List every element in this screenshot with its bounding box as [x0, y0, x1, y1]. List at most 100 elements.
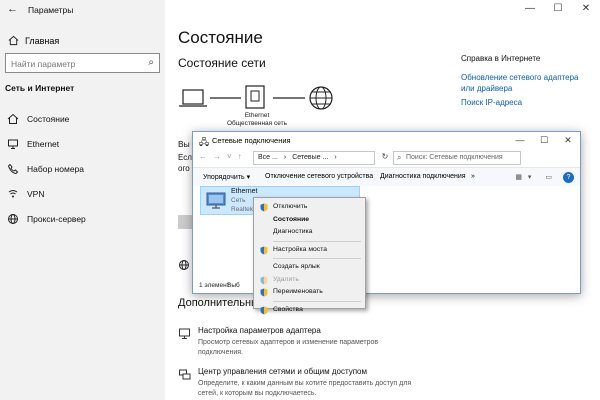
- disable-device-button[interactable]: Отключение сетевого устройства: [265, 173, 373, 180]
- partial-text: Есл: [178, 153, 192, 162]
- sidebar-item-dialup[interactable]: Набор номера: [0, 156, 165, 181]
- sidebar-nav: Состояние Ethernet Набор номера VPN Прок…: [0, 106, 165, 231]
- nc-close-button[interactable]: ✕: [556, 132, 580, 148]
- chevron-right-icon: ›: [334, 154, 337, 161]
- menu-item-disable[interactable]: Отключить: [254, 201, 365, 214]
- globe-icon: [179, 260, 189, 270]
- diagnose-button[interactable]: Диагностика подключения: [380, 173, 466, 180]
- view-options-icon[interactable]: ▦▾ ▭: [515, 173, 558, 181]
- ethernet-caption-name: Ethernet: [244, 112, 270, 119]
- menu-item-properties[interactable]: Свойства: [254, 304, 365, 317]
- window-controls: — ☐ ✕: [516, 0, 600, 20]
- search-icon[interactable]: ⌕: [148, 57, 154, 68]
- globe-icon: [8, 213, 18, 224]
- path-segment[interactable]: Все ...: [258, 154, 278, 162]
- home-icon: [7, 113, 19, 124]
- globe-icon: [309, 86, 333, 110]
- laptop-icon: [179, 89, 207, 107]
- sidebar-item-label: Состояние: [27, 113, 70, 124]
- page-title: Состояние: [178, 28, 263, 47]
- monitor-icon: [8, 139, 18, 149]
- nc-window-title: Сетевые подключения: [212, 136, 291, 145]
- help-link-find-ip[interactable]: Поиск IP-адреса: [461, 97, 591, 108]
- menu-item-label: Отключить: [273, 203, 308, 210]
- app-title: Параметры: [28, 5, 74, 15]
- nav-arrows-icon[interactable]: ←→˅↑: [199, 152, 248, 161]
- menu-item-rename[interactable]: Переименовать: [254, 286, 365, 299]
- menu-item-bridge[interactable]: Настройка моста: [254, 244, 365, 257]
- nc-toolbar: Упорядочить ▾ Отключение сетевого устрой…: [193, 167, 580, 186]
- search-icon: ⌕: [397, 153, 402, 162]
- menu-separator: [273, 240, 361, 242]
- network-adapter-icon: [206, 192, 226, 209]
- minimize-button[interactable]: —: [516, 0, 544, 20]
- back-arrow-icon[interactable]: ←: [7, 3, 18, 15]
- menu-separator: [273, 258, 361, 259]
- menu-item-status[interactable]: Состояние: [254, 214, 365, 227]
- option-description: Просмотр сетевых адаптеров и изменение п…: [198, 339, 379, 356]
- sidebar-item-label: Прокси-сервер: [27, 213, 86, 224]
- nc-search-box[interactable]: ⌕ Поиск: Сетевые подключения: [393, 151, 521, 165]
- title-bar: ← Параметры — ☐ ✕: [0, 0, 600, 20]
- menu-item-label: Состояние: [273, 215, 310, 223]
- nc-window-controls: — ☐ ✕: [508, 132, 580, 148]
- sidebar-item-label: Набор номера: [27, 163, 84, 174]
- refresh-icon[interactable]: ↻: [378, 152, 392, 166]
- path-segment[interactable]: Сетевые ...: [292, 154, 328, 162]
- sidebar-item-home[interactable]: Главная: [8, 35, 59, 46]
- nc-minimize-button[interactable]: —: [508, 132, 532, 148]
- shield-icon: [260, 288, 268, 297]
- menu-item-diagnostics[interactable]: Диагностика: [254, 226, 365, 239]
- search-input[interactable]: [6, 55, 136, 73]
- menu-item-delete: Удалить: [254, 274, 365, 287]
- ethernet-caption-type: Общественная сеть: [226, 120, 288, 127]
- nc-maximize-button[interactable]: ☐: [532, 132, 556, 148]
- sidebar-item-ethernet[interactable]: Ethernet: [0, 131, 165, 156]
- shield-icon: [260, 306, 268, 314]
- partial-heading: Вы: [178, 139, 190, 149]
- adapter-icon: [179, 328, 190, 339]
- connection-name: Ethernet: [231, 188, 258, 195]
- option-adapter-settings[interactable]: Настройка параметров адаптера Просмотр с…: [178, 326, 413, 356]
- context-menu: Отключить Состояние Диагностика Настройк…: [253, 197, 366, 314]
- nc-search-placeholder: Поиск: Сетевые подключения: [406, 154, 503, 161]
- help-heading: Справка в Интернете: [461, 54, 541, 63]
- menu-item-shortcut[interactable]: Создать ярлык: [254, 261, 365, 274]
- sidebar-item-label: VPN: [27, 188, 45, 199]
- partial-button[interactable]: [178, 215, 192, 229]
- option-title: Настройка параметров адаптера: [198, 326, 321, 335]
- sidebar-item-status[interactable]: Состояние: [0, 106, 165, 131]
- nc-status-selected: Выб: [227, 282, 240, 289]
- advanced-settings-heading: Дополнительны: [178, 297, 259, 309]
- sidebar-item-vpn[interactable]: VPN: [0, 181, 165, 206]
- network-center-icon: [179, 369, 191, 380]
- menu-separator: [273, 300, 361, 302]
- option-network-center[interactable]: Центр управления сетями и общим доступом…: [178, 367, 413, 400]
- settings-search[interactable]: ⌕: [5, 53, 160, 73]
- maximize-button[interactable]: ☐: [544, 0, 572, 20]
- more-toolbar-button[interactable]: »: [471, 173, 475, 180]
- menu-item-label: Диагностика: [273, 228, 313, 235]
- menu-item-label: Настройка моста: [273, 245, 328, 253]
- nc-title-bar: 🖧 Сетевые подключения — ☐ ✕: [193, 132, 580, 149]
- vpn-icon: [8, 189, 18, 197]
- ethernet-caption: Ethernet Общественная сеть: [222, 112, 292, 128]
- organize-button[interactable]: Упорядочить ▾: [203, 173, 250, 181]
- menu-item-label: Создать ярлык: [273, 263, 320, 270]
- help-icon[interactable]: ?: [563, 172, 574, 183]
- close-button[interactable]: ✕: [572, 0, 600, 20]
- home-icon: [8, 35, 19, 46]
- option-description: Определите, к каким данным вы хотите пре…: [198, 380, 412, 397]
- shield-icon: [260, 276, 268, 284]
- menu-item-label: Свойства: [273, 305, 303, 313]
- menu-item-label: Переименовать: [273, 288, 323, 295]
- sidebar-item-proxy[interactable]: Прокси-сервер: [0, 206, 165, 231]
- option-title: Центр управления сетями и общим доступом: [198, 367, 367, 376]
- menu-item-label: Удалить: [273, 275, 299, 283]
- sidebar-item-label: Ethernet: [27, 138, 60, 149]
- chevron-right-icon: ›: [283, 154, 287, 161]
- nc-path-box[interactable]: Все ... › Сетевые ... ›: [253, 151, 375, 165]
- nc-address-bar: ←→˅↑ Все ... › Сетевые ... › ↻ ⌕ Поиск: …: [193, 149, 580, 167]
- help-link-update-driver[interactable]: Обновление сетевого адаптера или драйвер…: [461, 72, 591, 94]
- phone-icon: [7, 163, 19, 174]
